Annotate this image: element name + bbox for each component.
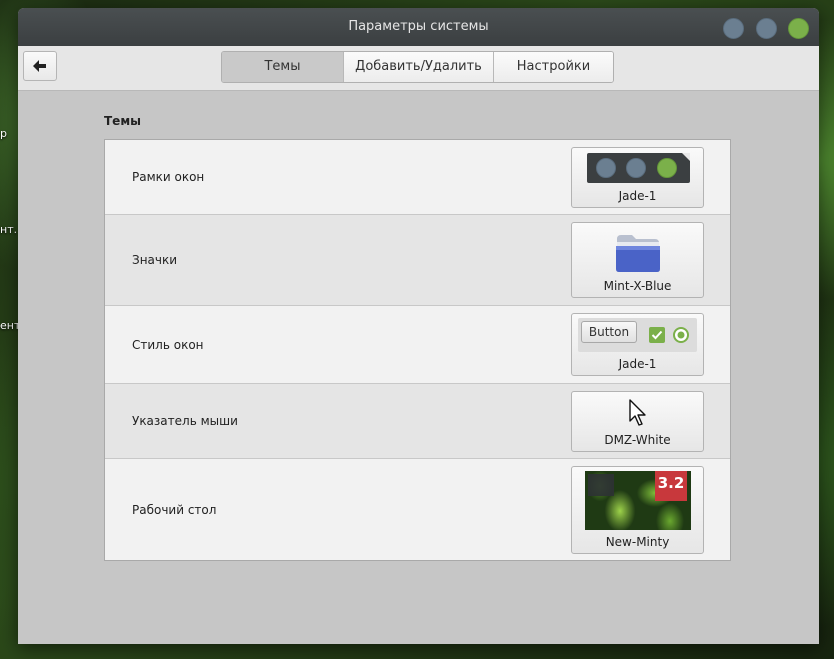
mouse-cursor-icon	[629, 399, 646, 426]
tab-add-remove[interactable]: Добавить/Удалить	[343, 52, 493, 82]
maximize-button[interactable]	[756, 18, 777, 39]
cursor-chooser[interactable]: DMZ-White	[571, 391, 704, 452]
chooser-value: Mint-X-Blue	[603, 279, 672, 293]
window-title: Параметры системы	[348, 19, 489, 34]
controls-preview: Button	[578, 318, 697, 352]
version-badge: 3.2	[655, 471, 687, 501]
icons-chooser[interactable]: Mint-X-Blue	[571, 222, 704, 298]
window-borders-preview	[587, 153, 690, 183]
section-title: Темы	[104, 114, 141, 128]
close-button[interactable]	[788, 18, 809, 39]
chooser-value: DMZ-White	[604, 433, 671, 447]
minimize-dot-icon	[596, 158, 616, 178]
row-label: Стиль окон	[132, 338, 204, 352]
maximize-dot-icon	[626, 158, 646, 178]
folder-icon	[616, 235, 660, 272]
desktop-label: р	[0, 127, 7, 140]
desktop-theme-chooser[interactable]: 3.2 New-Minty	[571, 466, 704, 554]
window-borders-chooser[interactable]: Jade-1	[571, 147, 704, 208]
row-label: Рамки окон	[132, 170, 205, 184]
toolbar: Темы Добавить/Удалить Настройки	[18, 46, 819, 91]
chooser-value: Jade-1	[618, 357, 657, 371]
arrow-left-icon	[33, 60, 46, 72]
themes-list: Рамки окон Jade-1 Значки Mint-X-Blue Сти…	[104, 139, 731, 561]
row-label: Указатель мыши	[132, 414, 238, 428]
controls-chooser[interactable]: Button Jade-1	[571, 313, 704, 376]
preview-button: Button	[581, 321, 637, 343]
back-button[interactable]	[23, 51, 57, 81]
list-item-icons: Значки Mint-X-Blue	[105, 215, 730, 306]
radio-selected-icon	[673, 327, 689, 343]
row-label: Значки	[132, 253, 178, 267]
chooser-value: Jade-1	[618, 189, 657, 203]
row-label: Рабочий стол	[132, 503, 217, 517]
close-dot-icon	[657, 158, 677, 178]
menu-preview	[588, 474, 614, 496]
minimize-button[interactable]	[723, 18, 744, 39]
tab-bar: Темы Добавить/Удалить Настройки	[221, 51, 614, 83]
list-item-desktop: Рабочий стол 3.2 New-Minty	[105, 459, 730, 560]
system-settings-window: Параметры системы Темы Добавить/Удалить …	[18, 8, 819, 644]
list-item-mouse-pointer: Указатель мыши DMZ-White	[105, 384, 730, 459]
list-item-window-borders: Рамки окон Jade-1	[105, 140, 730, 215]
list-item-window-style: Стиль окон Button Jade-1	[105, 306, 730, 384]
chooser-value: New-Minty	[605, 535, 670, 549]
tab-settings[interactable]: Настройки	[493, 52, 613, 82]
desktop-label: нт.	[0, 223, 18, 236]
checkbox-checked-icon	[649, 327, 665, 343]
version-badge-text: 3.2	[657, 474, 685, 492]
tab-themes[interactable]: Темы	[222, 52, 343, 82]
titlebar[interactable]: Параметры системы	[18, 8, 819, 46]
desktop-wallpaper-preview: 3.2	[585, 471, 691, 530]
